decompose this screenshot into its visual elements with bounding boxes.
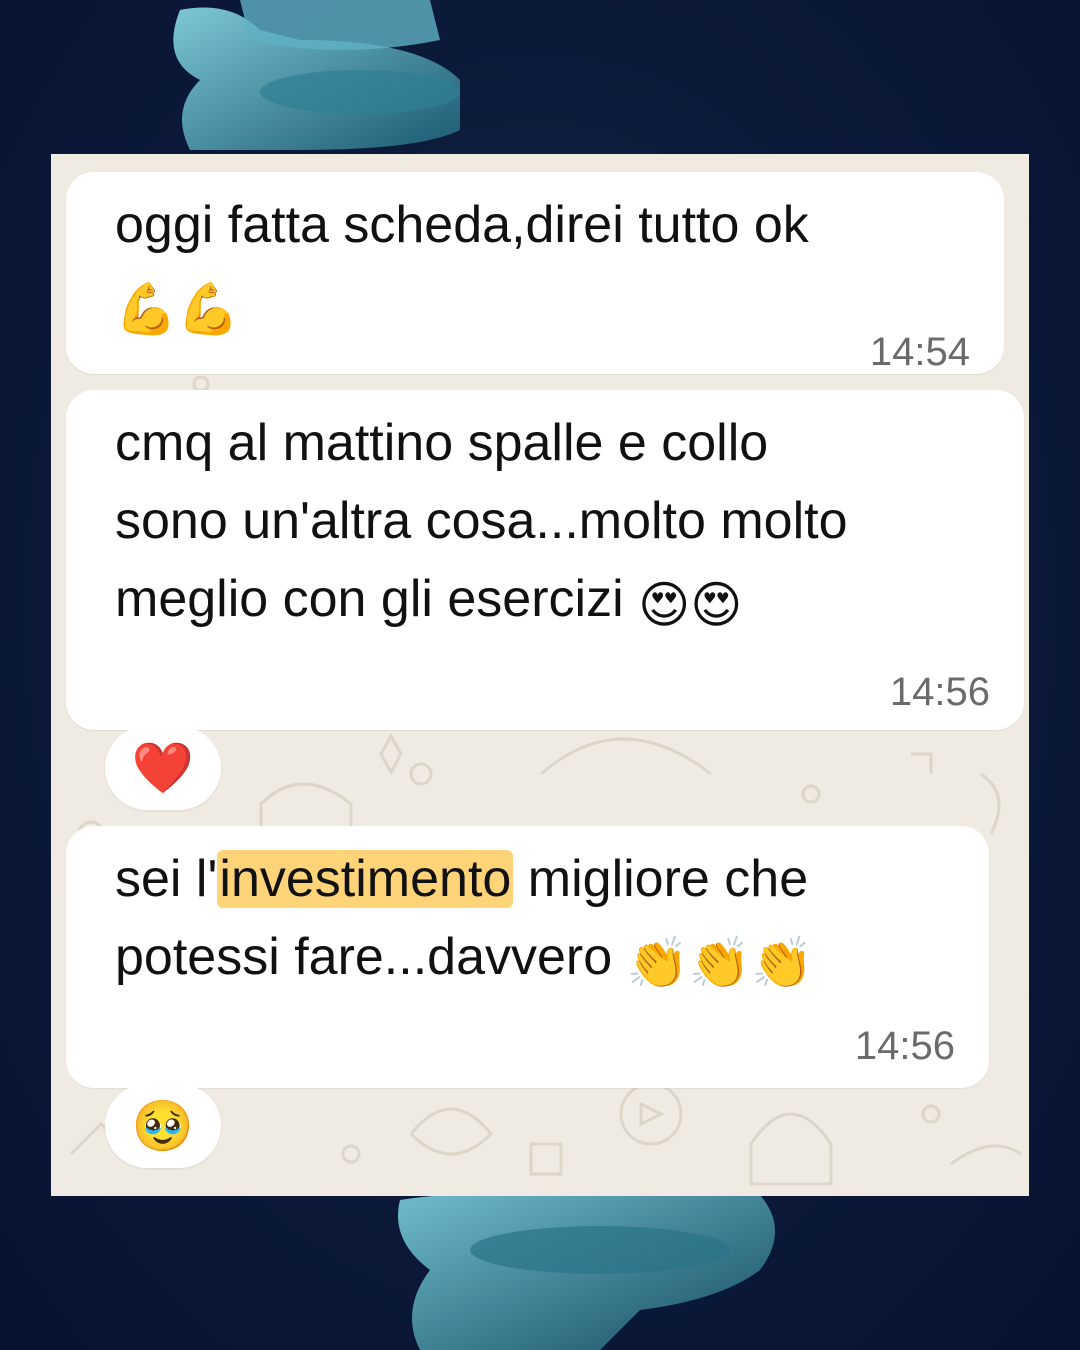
spine-vertebra-bottom-image bbox=[398, 1193, 775, 1350]
highlighted-word: investimento bbox=[217, 850, 514, 908]
message-reaction[interactable]: ❤️ bbox=[105, 726, 221, 810]
heart-eyes-emoji: 😍😍 bbox=[638, 576, 743, 634]
message-timestamp: 14:56 bbox=[854, 1024, 955, 1068]
flexed-biceps-emoji: 💪💪 bbox=[115, 280, 240, 338]
message-timestamp: 14:54 bbox=[869, 330, 970, 374]
spine-vertebra-top-image bbox=[173, 0, 461, 150]
red-heart-emoji: ❤️ bbox=[131, 739, 195, 797]
message-text: oggi fatta scheda,direi tutto ok 💪💪 bbox=[115, 196, 809, 338]
pleading-face-emoji: 🥹 bbox=[131, 1097, 195, 1155]
clapping-hands-emoji: 👏👏👏 bbox=[626, 934, 814, 992]
message-text: cmq al mattino spalle e collo sono un'al… bbox=[115, 414, 848, 634]
message-text: sei l'investimento migliore che potessi … bbox=[115, 850, 814, 992]
message-timestamp: 14:56 bbox=[889, 670, 990, 714]
message-reaction[interactable]: 🥹 bbox=[105, 1084, 221, 1168]
message-bubble[interactable]: sei l'investimento migliore che potessi … bbox=[66, 826, 989, 1088]
message-bubble[interactable]: oggi fatta scheda,direi tutto ok 💪💪 14:5… bbox=[66, 172, 1004, 374]
message-bubble[interactable]: cmq al mattino spalle e collo sono un'al… bbox=[66, 390, 1024, 730]
chat-screenshot: oggi fatta scheda,direi tutto ok 💪💪 14:5… bbox=[51, 154, 1029, 1196]
